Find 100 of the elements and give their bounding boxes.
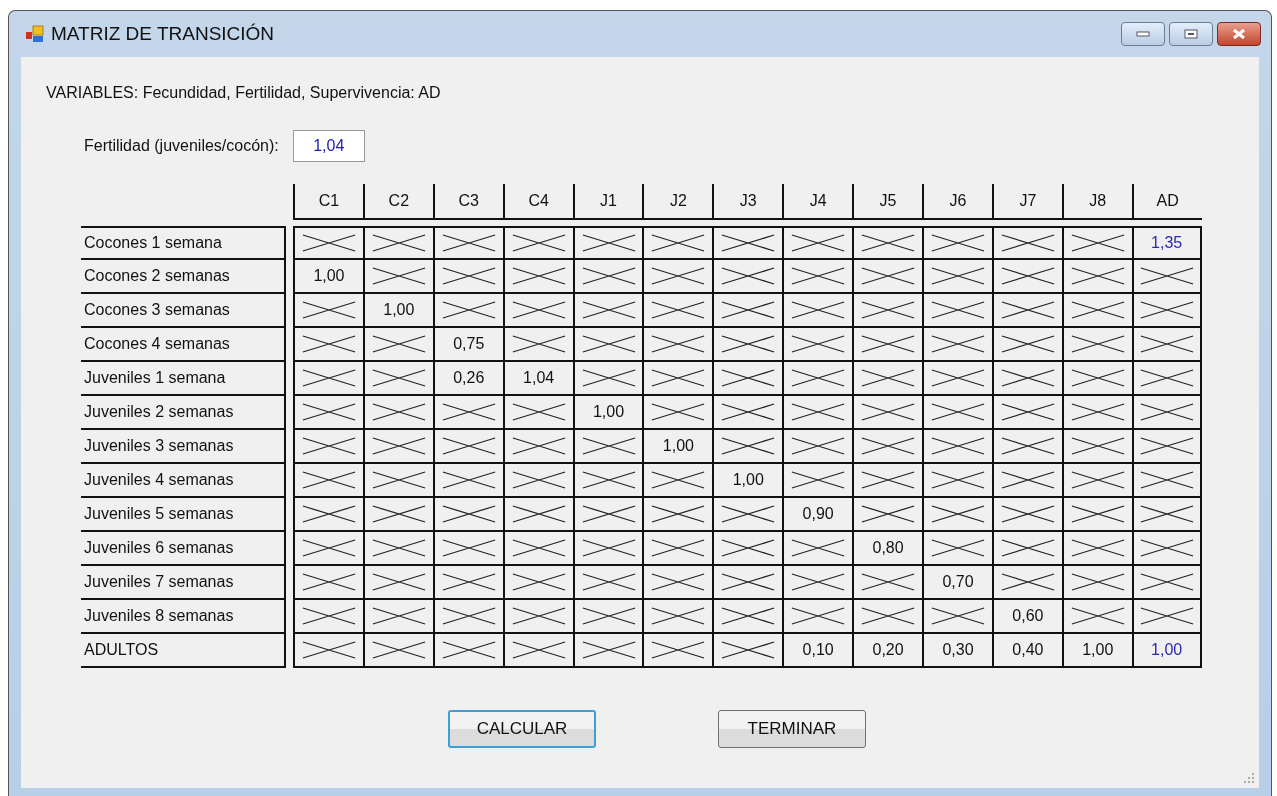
action-button[interactable]: TERMINAR bbox=[718, 710, 866, 748]
cross-mark-icon bbox=[580, 537, 637, 559]
cross-mark-icon bbox=[510, 639, 567, 661]
fertility-input[interactable]: 1,04 bbox=[292, 130, 365, 162]
cross-mark-icon bbox=[300, 401, 357, 423]
cross-mark-icon bbox=[929, 605, 986, 627]
cross-mark-icon bbox=[720, 503, 777, 525]
table-cell: 0,10 bbox=[782, 634, 853, 668]
cross-mark-icon bbox=[720, 333, 777, 355]
cross-mark-icon bbox=[1069, 232, 1126, 254]
cross-mark-icon bbox=[440, 299, 497, 321]
close-button[interactable] bbox=[1217, 22, 1261, 46]
cross-mark-icon bbox=[650, 299, 707, 321]
cross-mark-icon bbox=[300, 232, 357, 254]
table-cell: 1,00 bbox=[572, 396, 643, 430]
cross-mark-icon bbox=[370, 333, 427, 355]
cross-mark-icon bbox=[650, 232, 707, 254]
cross-mark-icon bbox=[300, 435, 357, 457]
cross-mark-icon bbox=[650, 469, 707, 491]
cross-mark-icon bbox=[650, 265, 707, 287]
cross-mark-icon bbox=[440, 265, 497, 287]
cross-mark-icon bbox=[370, 537, 427, 559]
column-header: C3 bbox=[432, 184, 503, 220]
table-cell: 0,20 bbox=[852, 634, 922, 668]
cross-mark-icon bbox=[1069, 537, 1126, 559]
row-header: Juveniles 7 semanas bbox=[81, 566, 286, 600]
cross-mark-icon bbox=[999, 469, 1056, 491]
cross-mark-icon bbox=[720, 537, 777, 559]
cross-mark-icon bbox=[1138, 333, 1195, 355]
table-cell: 0,30 bbox=[922, 634, 992, 668]
cross-mark-icon bbox=[720, 232, 777, 254]
column-header: J2 bbox=[642, 184, 713, 220]
cross-mark-icon bbox=[440, 639, 497, 661]
cross-mark-icon bbox=[790, 299, 847, 321]
cross-mark-icon bbox=[650, 367, 707, 389]
cross-mark-icon bbox=[790, 401, 847, 423]
cross-mark-icon bbox=[999, 401, 1056, 423]
cross-mark-icon bbox=[580, 639, 637, 661]
cross-mark-icon bbox=[790, 232, 847, 254]
cross-mark-icon bbox=[1069, 299, 1126, 321]
row-header: Cocones 2 semanas bbox=[81, 260, 286, 294]
cross-mark-icon bbox=[860, 333, 917, 355]
cross-mark-icon bbox=[300, 537, 357, 559]
cross-mark-icon bbox=[860, 605, 917, 627]
cross-mark-icon bbox=[1138, 605, 1195, 627]
cross-mark-icon bbox=[300, 503, 357, 525]
row-header: Juveniles 8 semanas bbox=[81, 600, 286, 634]
cross-mark-icon bbox=[1138, 537, 1195, 559]
cross-mark-icon bbox=[650, 639, 707, 661]
cross-mark-icon bbox=[1069, 503, 1126, 525]
row-header: Cocones 1 semana bbox=[81, 226, 286, 260]
cross-mark-icon bbox=[1069, 571, 1126, 593]
cross-mark-icon bbox=[790, 265, 847, 287]
column-header: J1 bbox=[572, 184, 643, 220]
cross-mark-icon bbox=[510, 401, 567, 423]
close-icon bbox=[1231, 28, 1247, 40]
table-cell: 1,00 bbox=[362, 294, 433, 328]
cross-mark-icon bbox=[440, 401, 497, 423]
cross-mark-icon bbox=[370, 605, 427, 627]
resize-grip-icon bbox=[1243, 772, 1255, 784]
maximize-button[interactable] bbox=[1169, 22, 1213, 46]
cross-mark-icon bbox=[440, 232, 497, 254]
cross-mark-icon bbox=[580, 605, 637, 627]
cross-mark-icon bbox=[580, 435, 637, 457]
cross-mark-icon bbox=[1069, 435, 1126, 457]
cross-mark-icon bbox=[790, 537, 847, 559]
cross-mark-icon bbox=[720, 265, 777, 287]
column-header: J3 bbox=[712, 184, 783, 220]
fertility-label: Fertilidad (juveniles/cocón): bbox=[84, 137, 279, 155]
cross-mark-icon bbox=[440, 435, 497, 457]
cross-mark-icon bbox=[999, 299, 1056, 321]
cross-mark-icon bbox=[999, 537, 1056, 559]
cross-mark-icon bbox=[510, 605, 567, 627]
cross-mark-icon bbox=[1138, 367, 1195, 389]
table-cell[interactable]: 1,35 bbox=[1131, 226, 1202, 260]
table-cell: 0,75 bbox=[432, 328, 503, 362]
row-header: Juveniles 2 semanas bbox=[81, 396, 286, 430]
action-button[interactable]: CALCULAR bbox=[448, 710, 596, 748]
cross-mark-icon bbox=[580, 503, 637, 525]
cross-mark-icon bbox=[999, 367, 1056, 389]
cross-mark-icon bbox=[510, 537, 567, 559]
cross-mark-icon bbox=[650, 537, 707, 559]
cross-mark-icon bbox=[580, 469, 637, 491]
column-header: AD bbox=[1131, 184, 1202, 220]
cross-mark-icon bbox=[580, 333, 637, 355]
cross-mark-icon bbox=[440, 605, 497, 627]
cross-mark-icon bbox=[929, 435, 986, 457]
table-cell[interactable]: 1,00 bbox=[1131, 634, 1202, 668]
minimize-button[interactable] bbox=[1121, 22, 1165, 46]
cross-mark-icon bbox=[440, 537, 497, 559]
cross-mark-icon bbox=[720, 435, 777, 457]
table-cell: 0,40 bbox=[991, 634, 1062, 668]
column-header: C2 bbox=[362, 184, 433, 220]
cross-mark-icon bbox=[440, 571, 497, 593]
cross-mark-icon bbox=[929, 503, 986, 525]
row-header: Cocones 3 semanas bbox=[81, 294, 286, 328]
cross-mark-icon bbox=[580, 299, 637, 321]
cross-mark-icon bbox=[1069, 367, 1126, 389]
cross-mark-icon bbox=[1069, 333, 1126, 355]
cross-mark-icon bbox=[860, 435, 917, 457]
